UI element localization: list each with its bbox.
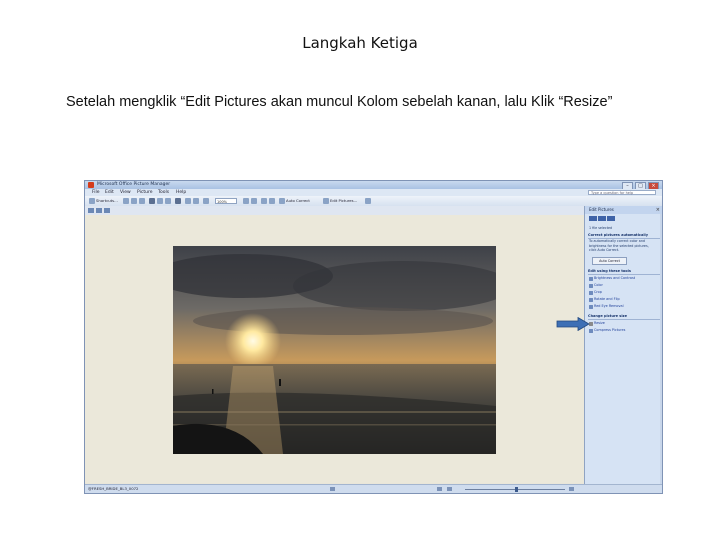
delete-icon[interactable] bbox=[175, 198, 181, 204]
thumbnail-view-icon[interactable] bbox=[88, 208, 94, 213]
auto-correct-button[interactable]: Auto Correct bbox=[286, 197, 310, 205]
brightness-icon bbox=[589, 277, 593, 281]
zoom-out-status-icon[interactable] bbox=[447, 487, 452, 491]
picture-manager-app-icon bbox=[88, 182, 94, 188]
redo-icon[interactable] bbox=[193, 198, 199, 204]
help-search-box[interactable]: Type a question for help bbox=[588, 190, 656, 195]
menu-tools[interactable]: Tools bbox=[158, 189, 169, 196]
undo-icon[interactable] bbox=[185, 198, 191, 204]
menu-view[interactable]: View bbox=[120, 189, 131, 196]
edit-tools-heading: Edit using these tools bbox=[588, 269, 660, 275]
scroll-indicator-icon[interactable] bbox=[330, 487, 335, 491]
correct-description-line: click Auto Correct. bbox=[589, 248, 620, 252]
beach-sunset-photo bbox=[173, 246, 496, 454]
status-filename: @FRESH_BRIDE_BL3_0072 bbox=[88, 486, 139, 491]
menu-file[interactable]: File bbox=[92, 189, 100, 196]
shortcuts-button[interactable]: Shortcuts... bbox=[96, 197, 118, 205]
task-pane-close-button[interactable]: × bbox=[656, 206, 660, 214]
back-arrow-icon[interactable] bbox=[589, 216, 597, 221]
brightness-contrast-link[interactable]: Brightness and Contrast bbox=[594, 276, 635, 281]
selected-count-text: 1 file selected bbox=[589, 226, 613, 230]
crop-link[interactable]: Crop bbox=[594, 290, 602, 295]
toolbar-options-icon[interactable] bbox=[365, 198, 371, 204]
fit-window-icon[interactable] bbox=[437, 487, 442, 491]
picture-manager-screenshot: Microsoft Office Picture Manager – □ × F… bbox=[84, 180, 663, 494]
window-title: Microsoft Office Picture Manager bbox=[97, 182, 171, 187]
shortcuts-icon[interactable] bbox=[89, 198, 95, 204]
rotate-icon[interactable] bbox=[203, 198, 209, 204]
home-icon[interactable] bbox=[607, 216, 615, 221]
zoom-out-icon[interactable] bbox=[243, 198, 249, 204]
edit-pictures-icon[interactable] bbox=[323, 198, 329, 204]
instruction-text: Setelah mengklik “Edit Pictures akan mun… bbox=[66, 94, 613, 110]
task-pane-auto-correct-button[interactable]: Auto Correct bbox=[592, 257, 627, 265]
forward-arrow-icon[interactable] bbox=[598, 216, 606, 221]
status-bar: @FRESH_BRIDE_BL3_0072 bbox=[85, 484, 662, 493]
paste-icon[interactable] bbox=[165, 198, 171, 204]
print-icon[interactable] bbox=[139, 198, 145, 204]
zoom-in-status-icon[interactable] bbox=[569, 487, 574, 491]
pointer-arrow-icon bbox=[556, 317, 590, 331]
rotate-flip-icon bbox=[589, 298, 593, 302]
sunset-image bbox=[173, 246, 496, 454]
color-link[interactable]: Color bbox=[594, 283, 603, 288]
red-eye-icon bbox=[589, 305, 593, 309]
copy-icon[interactable] bbox=[157, 198, 163, 204]
filmstrip-view-icon[interactable] bbox=[96, 208, 102, 213]
color-icon bbox=[589, 284, 593, 288]
single-picture-view-icon[interactable] bbox=[104, 208, 110, 213]
menu-help[interactable]: Help bbox=[176, 189, 186, 196]
task-pane-header: Edit Pictures × bbox=[585, 206, 662, 214]
task-pane-title: Edit Pictures bbox=[589, 207, 614, 212]
task-pane-scrollbar[interactable] bbox=[660, 214, 662, 485]
picture-workspace bbox=[85, 215, 584, 483]
menu-picture[interactable]: Picture bbox=[137, 189, 152, 196]
change-size-heading: Change picture size bbox=[588, 314, 660, 320]
task-pane-nav bbox=[589, 216, 615, 221]
rotate-left-icon[interactable] bbox=[261, 198, 267, 204]
save-icon[interactable] bbox=[123, 198, 129, 204]
rotate-flip-link[interactable]: Rotate and Flip bbox=[594, 297, 620, 302]
zoom-slider-thumb[interactable] bbox=[515, 486, 518, 492]
view-toolbar bbox=[85, 206, 584, 215]
zoom-in-icon[interactable] bbox=[251, 198, 257, 204]
resize-link[interactable]: Resize bbox=[594, 321, 605, 326]
slide-title: Langkah Ketiga bbox=[302, 34, 418, 52]
menu-edit[interactable]: Edit bbox=[105, 189, 114, 196]
crop-icon bbox=[589, 291, 593, 295]
rotate-right-icon[interactable] bbox=[269, 198, 275, 204]
zoom-select[interactable]: 100% bbox=[215, 198, 237, 204]
window-title-bar: Microsoft Office Picture Manager – □ × bbox=[85, 181, 662, 190]
cut-icon[interactable] bbox=[149, 198, 155, 204]
red-eye-removal-link[interactable]: Red Eye Removal bbox=[594, 304, 624, 309]
auto-correct-icon[interactable] bbox=[279, 198, 285, 204]
edit-pictures-button[interactable]: Edit Pictures... bbox=[330, 197, 357, 205]
compress-pictures-link[interactable]: Compress Pictures bbox=[594, 328, 625, 333]
edit-pictures-task-pane: Edit Pictures × 1 file selected Correct … bbox=[584, 206, 662, 485]
open-icon[interactable] bbox=[131, 198, 137, 204]
